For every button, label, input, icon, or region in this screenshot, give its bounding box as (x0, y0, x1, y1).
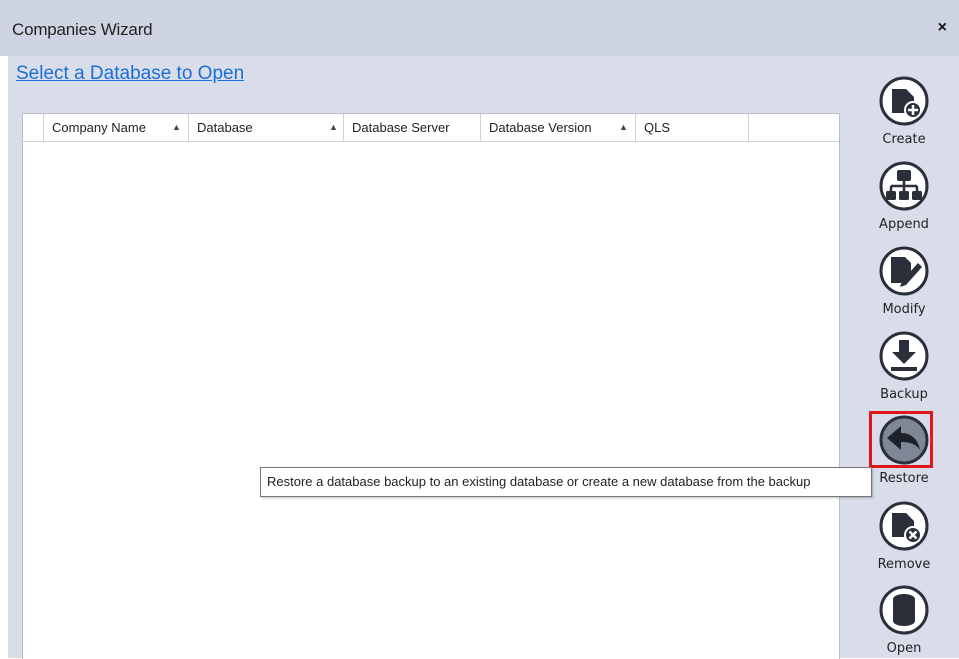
modify-button[interactable]: Modify (866, 245, 942, 317)
grid-header: Company Name ▲ Database ▲ Database Serve… (23, 114, 839, 142)
remove-label: Remove (877, 557, 931, 572)
column-header-qls[interactable]: QLS (636, 114, 749, 141)
create-button[interactable]: Create (866, 75, 942, 147)
sort-ascending-icon: ▲ (329, 122, 338, 132)
open-label: Open (886, 641, 922, 656)
left-edge (0, 56, 8, 658)
append-label: Append (879, 217, 929, 232)
open-button[interactable]: Open (866, 584, 942, 656)
create-label: Create (882, 132, 926, 147)
column-header-database-version[interactable]: Database Version ▲ (481, 114, 636, 141)
append-button[interactable]: Append (866, 160, 942, 232)
column-header-database-server[interactable]: Database Server (344, 114, 481, 141)
restore-highlight-box (869, 411, 933, 468)
window-title: Companies Wizard (12, 20, 153, 39)
column-header-company-name[interactable]: Company Name ▲ (44, 114, 189, 141)
append-hierarchy-icon (879, 161, 929, 211)
open-database-icon (879, 585, 929, 635)
column-header-label: Database Server (352, 120, 450, 135)
select-database-heading[interactable]: Select a Database to Open (16, 63, 244, 85)
modify-pencil-icon (879, 246, 929, 296)
sort-ascending-icon: ▲ (619, 122, 628, 132)
column-header-label: Company Name (52, 120, 146, 135)
companies-grid[interactable]: Company Name ▲ Database ▲ Database Serve… (22, 113, 840, 659)
close-button[interactable]: × (938, 19, 947, 37)
backup-download-icon (879, 331, 929, 381)
modify-label: Modify (882, 302, 926, 317)
title-bar: Companies Wizard × (0, 0, 959, 56)
restore-label: Restore (879, 471, 929, 486)
remove-database-icon (879, 501, 929, 551)
restore-tooltip: Restore a database backup to an existing… (260, 467, 872, 497)
column-header-label: QLS (644, 120, 671, 135)
sort-ascending-icon: ▲ (172, 122, 181, 132)
companies-wizard-window: Companies Wizard × Select a Database to … (0, 0, 959, 659)
backup-label: Backup (880, 387, 928, 402)
column-header-label: Database (197, 120, 253, 135)
row-indicator-header (23, 114, 44, 141)
column-header-empty[interactable] (749, 114, 839, 141)
column-header-label: Database Version (489, 120, 592, 135)
column-header-database[interactable]: Database ▲ (189, 114, 344, 141)
create-database-icon (879, 76, 929, 126)
remove-button[interactable]: Remove (866, 500, 942, 572)
backup-button[interactable]: Backup (866, 330, 942, 402)
